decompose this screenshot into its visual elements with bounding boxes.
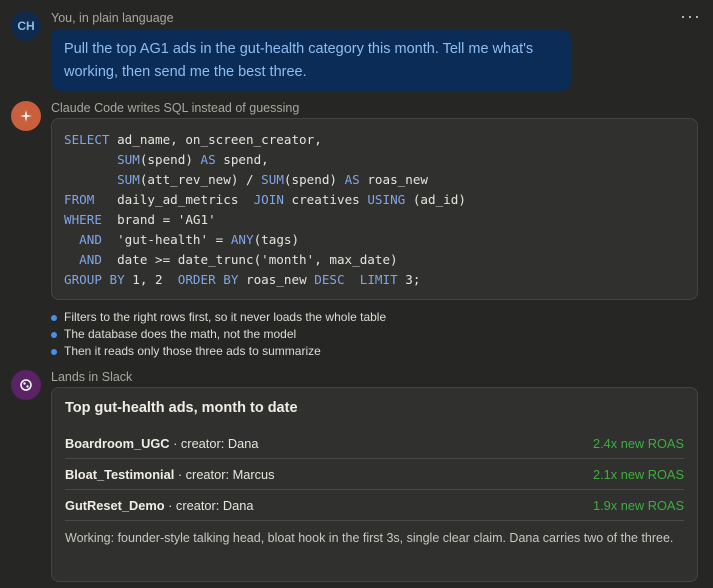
slack-message-card: Top gut-health ads, month to date Boardr… — [51, 387, 698, 582]
summary-text: Working: founder-style talking head, blo… — [65, 531, 674, 545]
sql-line: SUM(spend) AS spend, — [117, 152, 269, 167]
slack-label: Lands in Slack — [51, 370, 133, 384]
sparkle-icon — [20, 110, 32, 122]
ad-row: Boardroom_UGC · creator: Dana 2.4x new R… — [65, 428, 684, 459]
sql-line: AND date >= date_trunc('month', max_date… — [79, 252, 398, 267]
ad-name: Bloat_Testimonial — [65, 466, 175, 482]
ad-name: GutReset_Demo — [65, 497, 165, 513]
explanation-list: Filters to the right rows first, so it n… — [51, 309, 386, 360]
ad-row: Bloat_Testimonial · creator: Marcus 2.1x… — [65, 459, 684, 490]
sql-line: FROM daily_ad_metrics JOIN creatives USI… — [64, 192, 466, 207]
more-options-icon[interactable]: ··· — [680, 6, 701, 27]
ad-name: Boardroom_UGC — [65, 435, 170, 451]
ad-roas: 2.1x new ROAS — [592, 466, 684, 482]
ad-roas: 2.4x new ROAS — [592, 435, 684, 451]
user-label: You, in plain language — [51, 11, 174, 25]
user-message-bubble: Pull the top AG1 ads in the gut-health c… — [51, 29, 571, 91]
claude-label: Claude Code writes SQL instead of guessi… — [51, 101, 300, 115]
ad-roas: 1.9x new ROAS — [592, 497, 684, 513]
sql-line: AND 'gut-health' = ANY(tags) — [79, 232, 300, 247]
user-avatar: CH — [11, 11, 41, 41]
card-title: Top gut-health ads, month to date — [65, 400, 298, 416]
sql-line: SELECT ad_name, on_screen_creator, — [64, 132, 322, 147]
list-item: Then it reads only those three ads to su… — [51, 343, 386, 360]
ad-row: GutReset_Demo · creator: Dana 1.9x new R… — [65, 490, 684, 521]
ad-creator: · creator: Dana — [164, 497, 254, 513]
ad-creator: · creator: Dana — [169, 435, 259, 451]
ad-creator: · creator: Marcus — [174, 466, 275, 482]
claude-avatar — [11, 101, 41, 131]
sql-line: GROUP BY 1, 2 ORDER BY roas_new DESC LIM… — [64, 272, 421, 287]
list-item: Filters to the right rows first, so it n… — [51, 309, 386, 326]
list-item: The database does the math, not the mode… — [51, 326, 386, 343]
sql-line: WHERE brand = 'AG1' — [64, 212, 216, 227]
sql-code-block: SELECT ad_name, on_screen_creator, SUM(s… — [51, 118, 698, 300]
slack-icon — [20, 379, 32, 391]
sql-line: SUM(att_rev_new) / SUM(spend) AS roas_ne… — [117, 172, 428, 187]
slack-avatar — [11, 370, 41, 400]
